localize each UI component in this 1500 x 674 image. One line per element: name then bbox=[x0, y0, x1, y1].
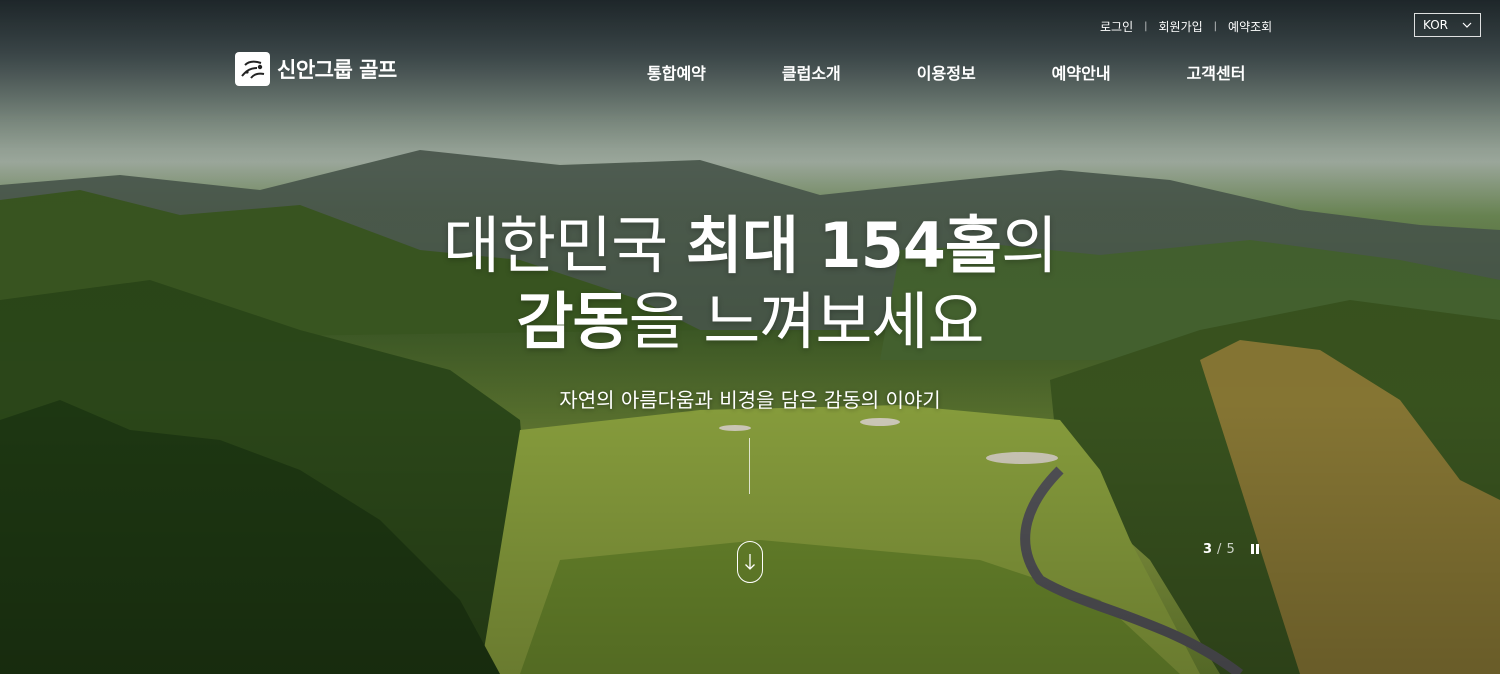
language-select[interactable]: KOR bbox=[1414, 13, 1481, 37]
nav-item-integrated-reservation[interactable]: 통합예약 bbox=[647, 60, 706, 84]
headline-line-2: 감동을 느껴보세요 bbox=[0, 284, 1500, 360]
scroll-down-button[interactable] bbox=[737, 541, 763, 583]
nav-item-club-intro[interactable]: 클럽소개 bbox=[782, 60, 841, 84]
hero-section: 로그인 | 회원가입 | 예약조회 KOR 신안그룹 골프 통합예약 클럽소개 … bbox=[0, 0, 1500, 674]
login-link[interactable]: 로그인 bbox=[1100, 18, 1133, 35]
headline-line-1: 대한민국 최대 154홀의 bbox=[0, 208, 1500, 284]
util-separator: | bbox=[1144, 21, 1148, 32]
logo-mark-icon bbox=[235, 52, 270, 86]
arrow-down-icon bbox=[745, 554, 755, 570]
utility-links: 로그인 | 회원가입 | 예약조회 bbox=[1100, 18, 1272, 35]
pause-icon[interactable] bbox=[1246, 541, 1264, 557]
util-separator: | bbox=[1213, 21, 1218, 32]
hero-headline: 대한민국 최대 154홀의 감동을 느껴보세요 bbox=[0, 208, 1500, 360]
nav-item-reservation-guide[interactable]: 예약안내 bbox=[1052, 60, 1111, 84]
slide-separator: / bbox=[1217, 542, 1222, 557]
slide-total: 5 bbox=[1226, 542, 1235, 557]
headline-emphasis: 감동 bbox=[516, 285, 629, 358]
headline-emphasis: 최대 154홀 bbox=[685, 209, 1002, 282]
hero-subtitle: 자연의 아름다움과 비경을 담은 감동의 이야기 bbox=[559, 388, 941, 412]
site-logo[interactable]: 신안그룹 골프 bbox=[235, 52, 397, 86]
divider-line bbox=[749, 438, 750, 494]
chevron-down-icon bbox=[1462, 22, 1472, 28]
signup-link[interactable]: 회원가입 bbox=[1159, 18, 1203, 35]
logo-text: 신안그룹 골프 bbox=[277, 58, 397, 82]
slide-counter: 3 / 5 bbox=[1203, 542, 1235, 557]
nav-item-customer-center[interactable]: 고객센터 bbox=[1187, 60, 1246, 84]
nav-item-usage-info[interactable]: 이용정보 bbox=[917, 60, 976, 84]
headline-text: 대한민국 bbox=[442, 209, 686, 282]
slide-current: 3 bbox=[1203, 542, 1213, 557]
headline-text: 의 bbox=[1000, 209, 1058, 282]
headline-text: 을 느껴보세요 bbox=[628, 285, 985, 358]
language-value: KOR bbox=[1423, 18, 1448, 32]
reservation-check-link[interactable]: 예약조회 bbox=[1228, 18, 1272, 35]
main-navigation: 통합예약 클럽소개 이용정보 예약안내 고객센터 bbox=[647, 60, 1245, 84]
